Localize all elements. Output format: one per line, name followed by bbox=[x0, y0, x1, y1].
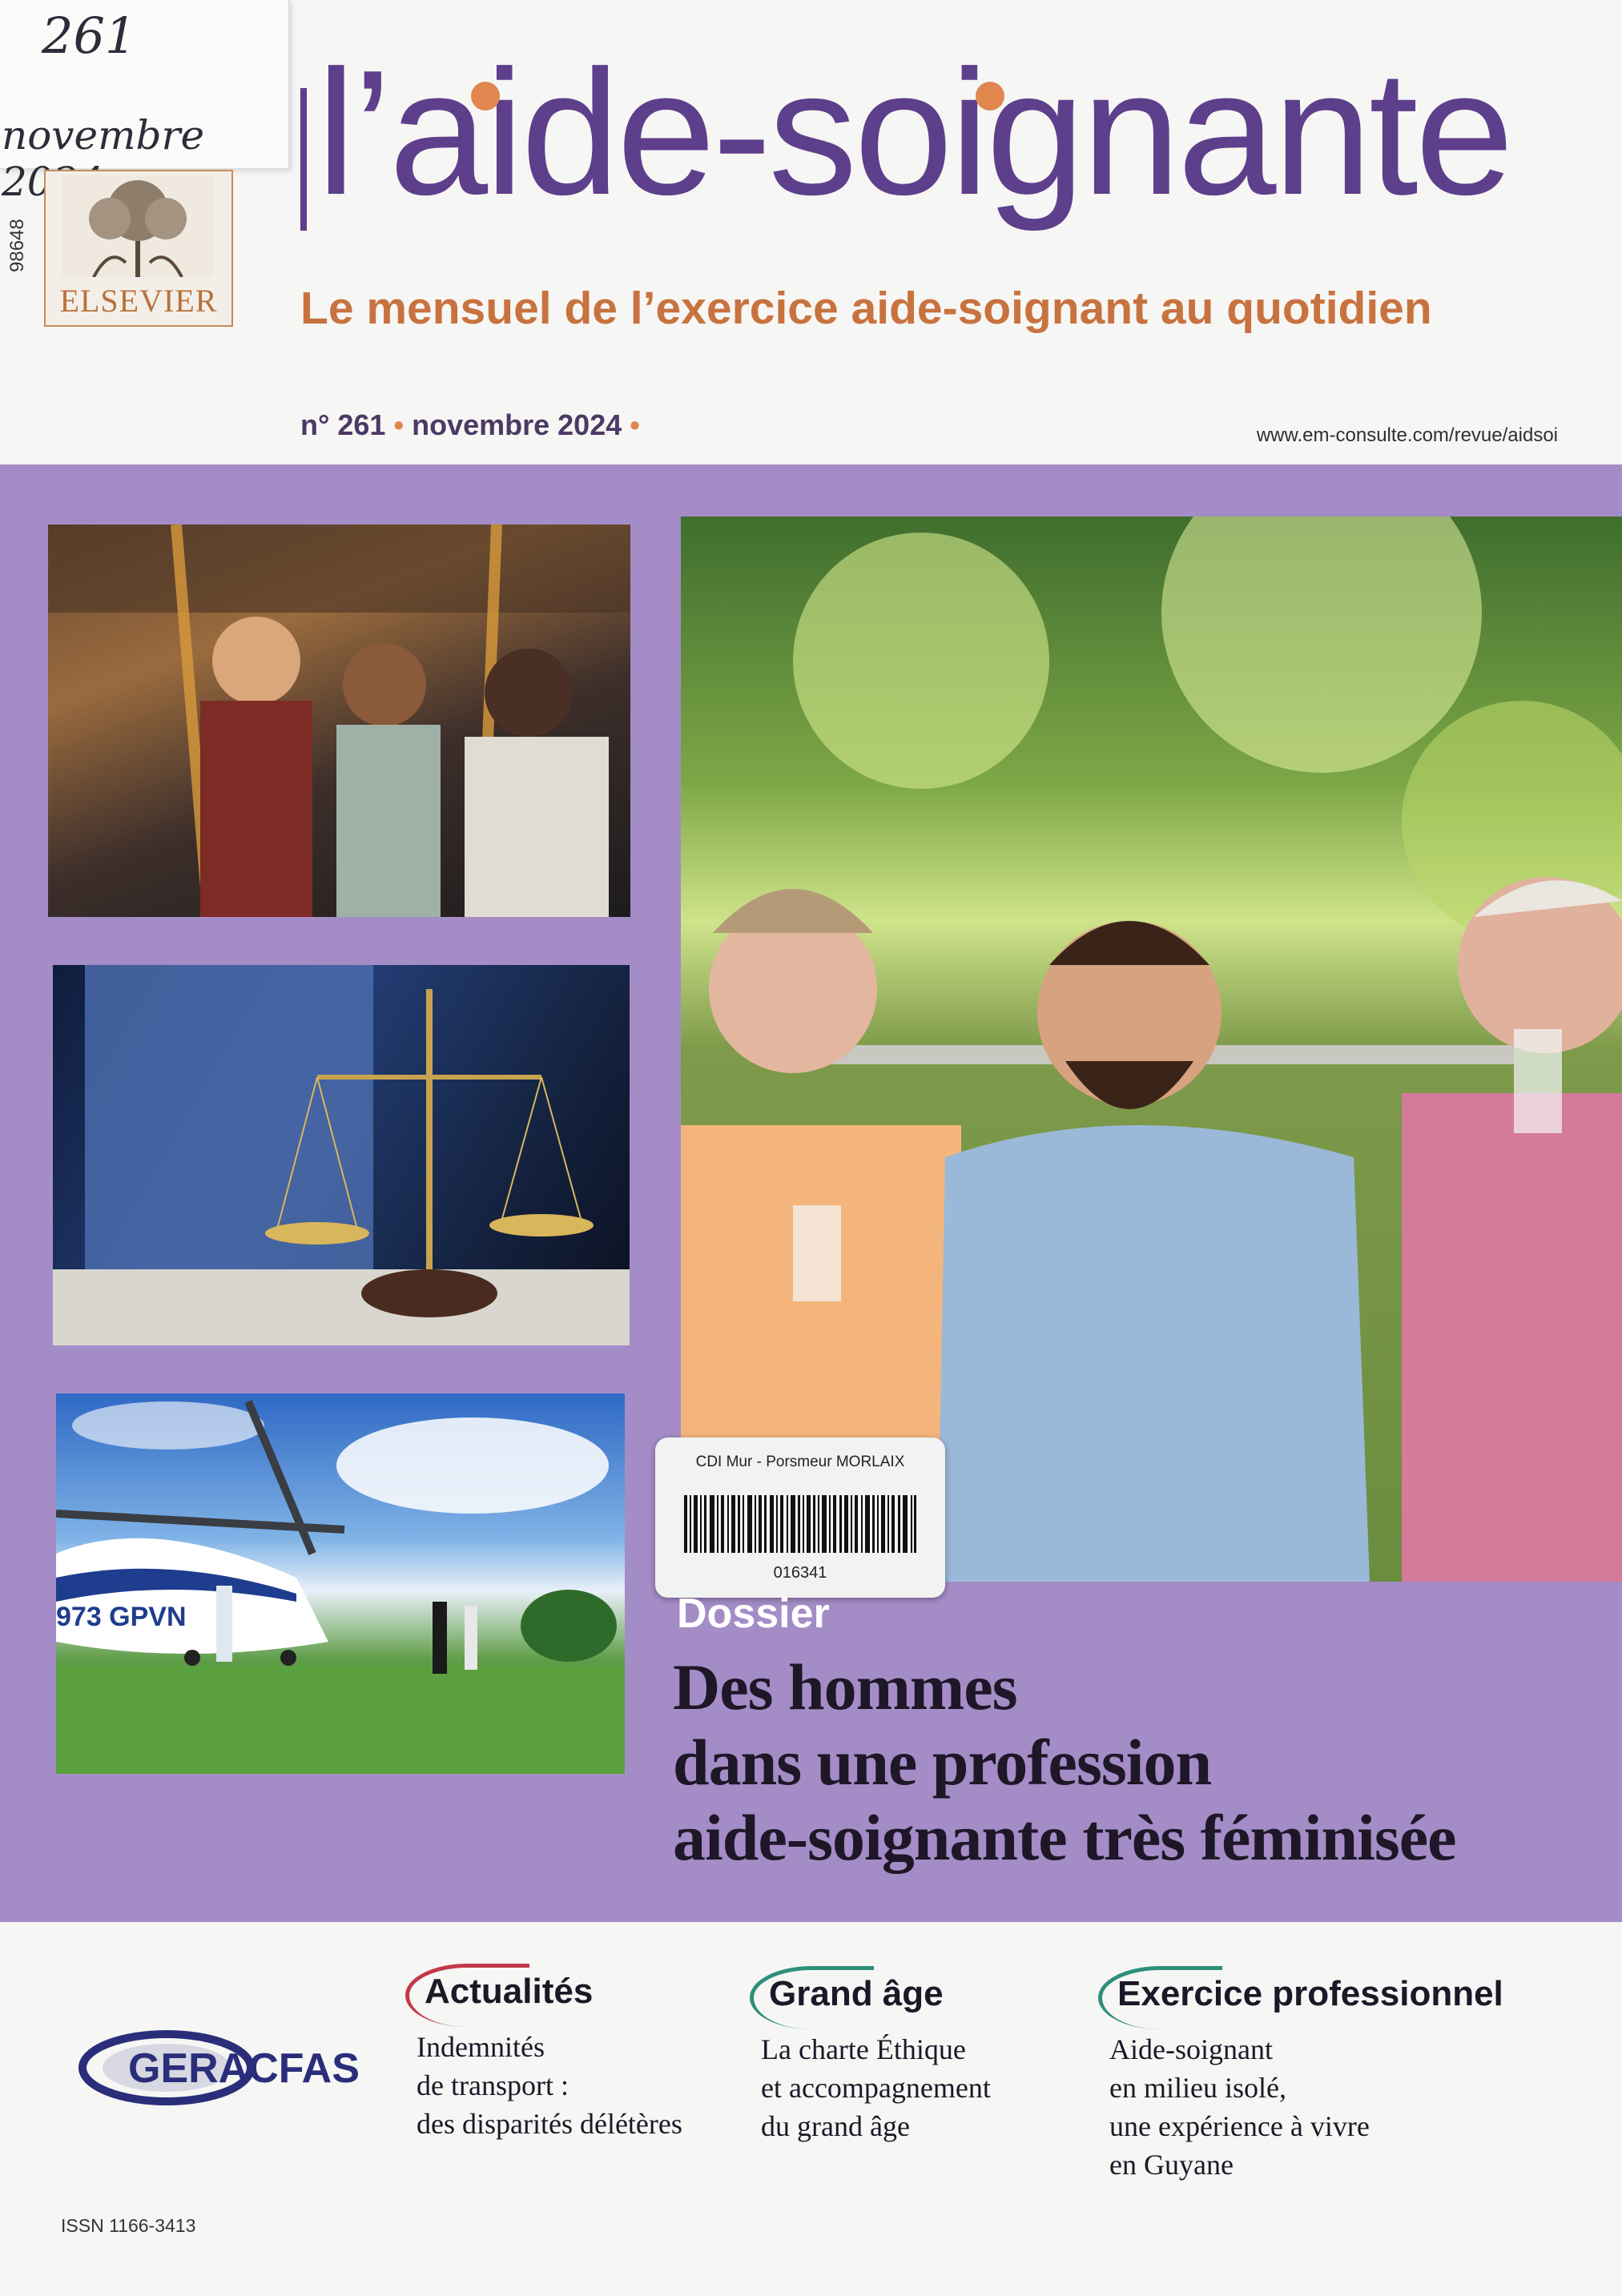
swoosh-accent bbox=[405, 1964, 529, 2027]
handwritten-issue-number: 261 bbox=[42, 6, 137, 65]
library-name: CDI Mur - Porsmeur MORLAIX bbox=[695, 1454, 905, 1470]
swoosh-accent bbox=[750, 1966, 874, 2029]
dossier-headline-line: Des hommes bbox=[673, 1651, 1018, 1723]
section-grand-age: Grand âge La charte Éthique et accompagn… bbox=[750, 1966, 991, 2145]
elsevier-logo: ELSEVIER bbox=[44, 170, 233, 327]
caregiver-with-elderly-women-photo bbox=[681, 517, 1622, 1582]
section-heading: Exercice professionnel bbox=[1098, 1966, 1503, 2029]
website-url: www.em-consulte.com/revue/aidsoi bbox=[1256, 424, 1558, 446]
title-dot-accent bbox=[471, 82, 500, 111]
swoosh-accent bbox=[1098, 1966, 1222, 2029]
handwritten-sticker: 261 novembre 2024 bbox=[0, 0, 290, 205]
magazine-subtitle: Le mensuel de l’exercice aide-soignant a… bbox=[300, 283, 1432, 334]
section-heading: Grand âge bbox=[750, 1966, 991, 2029]
section-actualites: Actualités Indemnités de transport : des… bbox=[405, 1964, 682, 2143]
bullet-separator: • bbox=[630, 408, 640, 441]
section-teaser: Aide-soignant en milieu isolé, une expér… bbox=[1109, 2033, 1370, 2181]
tree-emblem-icon bbox=[62, 175, 214, 277]
helicopter-evacuation-photo: 973 GPVN bbox=[56, 1393, 625, 1774]
dossier-kicker: Dossier bbox=[677, 1590, 830, 1637]
scales-of-justice-photo bbox=[53, 965, 630, 1345]
section-exercice-professionnel: Exercice professionnel Aide-soignant en … bbox=[1098, 1966, 1503, 2184]
issn-number: ISSN 1166-3413 bbox=[61, 2215, 196, 2236]
section-heading: Actualités bbox=[405, 1964, 682, 2027]
magazine-cover: 261 novembre 2024 98648 ELSEVIER l’aide-… bbox=[0, 0, 1622, 2296]
barcode-icon bbox=[684, 1495, 916, 1553]
dossier-headline-line: aide-soignante très féminisée bbox=[673, 1801, 1457, 1874]
library-barcode-label: CDI Mur - Porsmeur MORLAIX 016341 bbox=[655, 1438, 945, 1598]
helicopter-tail-marking: 973 GPVN bbox=[56, 1602, 187, 1632]
geracfas-logo: GERACFAS bbox=[78, 2030, 360, 2105]
issue-month: novembre 2024 bbox=[412, 408, 622, 441]
masthead-divider bbox=[300, 88, 307, 231]
bus-passengers-photo bbox=[48, 525, 630, 917]
geracfas-wordmark: GERACFAS bbox=[128, 2045, 360, 2092]
section-teaser: La charte Éthique et accompagnement du g… bbox=[761, 2033, 991, 2142]
dossier-headline: Des hommes dans une profession aide-soig… bbox=[673, 1650, 1457, 1876]
title-dot-accent bbox=[976, 82, 1004, 111]
section-teaser: Indemnités de transport : des disparités… bbox=[417, 2031, 682, 2140]
issue-number: n° 261 bbox=[300, 408, 386, 441]
dossier-headline-line: dans une profession bbox=[673, 1726, 1212, 1799]
barcode-number: 016341 bbox=[773, 1564, 827, 1582]
issue-line: n° 261 • novembre 2024 • bbox=[300, 408, 640, 442]
magazine-title: l’aide-soignante bbox=[316, 34, 1514, 232]
spine-code: 98648 bbox=[6, 219, 28, 272]
bullet-separator: • bbox=[393, 408, 404, 441]
elsevier-wordmark: ELSEVIER bbox=[59, 283, 218, 319]
